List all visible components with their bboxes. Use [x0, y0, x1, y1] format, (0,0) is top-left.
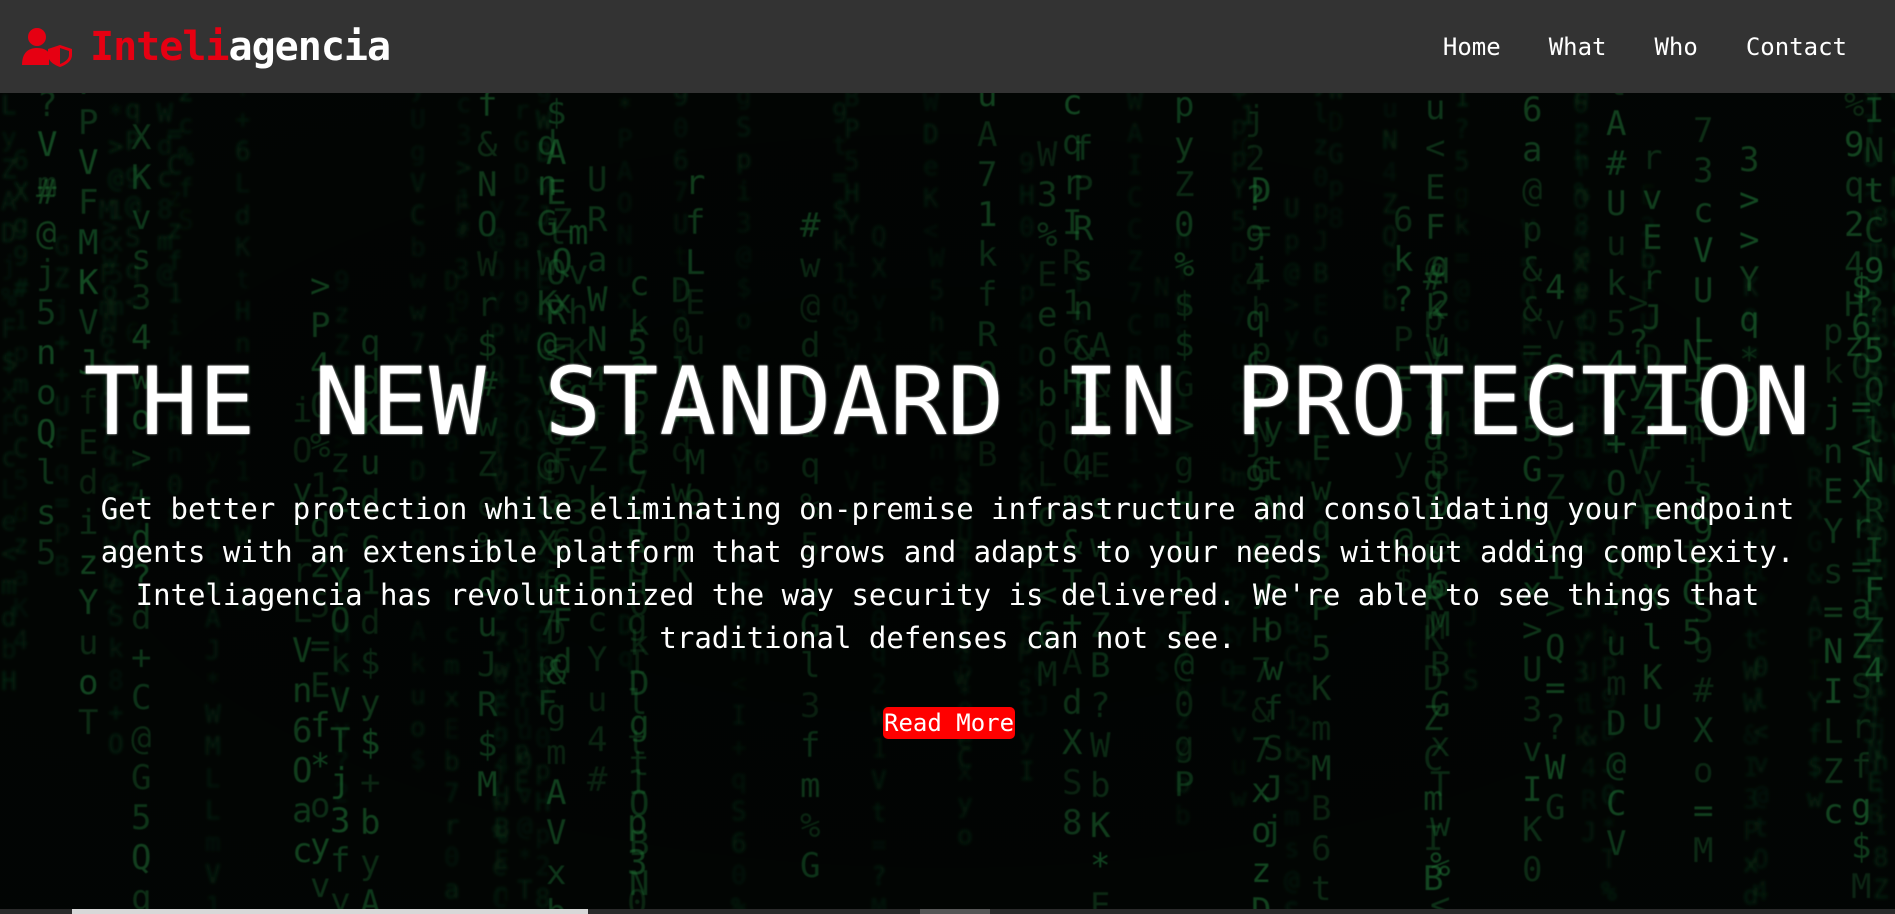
scrollbar-thumb[interactable]: [72, 909, 588, 914]
brand-name-red: Inteli: [90, 23, 229, 70]
hero-title: THE NEW STANDARD IN PROTECTION: [83, 348, 1812, 457]
main-nav: Home What Who Contact: [1419, 33, 1847, 61]
nav-what[interactable]: What: [1525, 33, 1631, 61]
hero-content: THE NEW STANDARD IN PROTECTION Get bette…: [0, 93, 1895, 909]
read-more-button[interactable]: Read More: [883, 707, 1016, 739]
brand-name: Inteliagencia: [90, 23, 392, 70]
scrollbar-segment: [920, 909, 990, 914]
brand-logo-link[interactable]: Inteliagencia: [22, 23, 392, 70]
nav-who[interactable]: Who: [1630, 33, 1721, 61]
nav-home[interactable]: Home: [1419, 33, 1525, 61]
hero-section: W5hKlane=WDeK<BP5HYit9W3n+VWW9t=$k1QSr+6…: [0, 93, 1895, 909]
nav-contact[interactable]: Contact: [1722, 33, 1847, 61]
user-shield-icon: [22, 27, 72, 67]
hero-description: Get better protection while eliminating …: [100, 492, 1795, 655]
brand-name-white: agencia: [228, 23, 392, 70]
horizontal-scrollbar[interactable]: [0, 909, 1895, 914]
top-navbar: Inteliagencia Home What Who Contact: [0, 0, 1895, 93]
